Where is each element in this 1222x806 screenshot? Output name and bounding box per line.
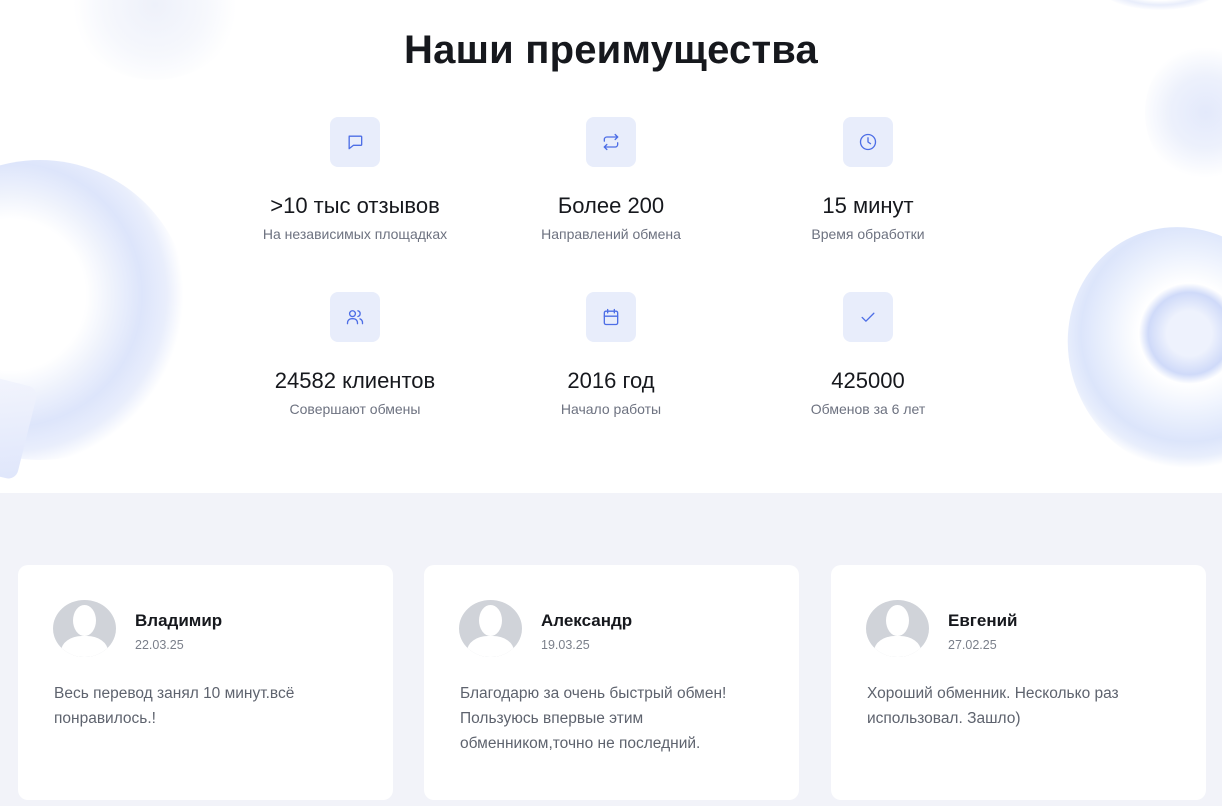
advantage-value: >10 тыс отзывов (270, 193, 440, 218)
advantage-description: Обменов за 6 лет (810, 401, 926, 417)
review-date: 22.03.25 (135, 638, 184, 652)
checkmark-icon (843, 292, 893, 342)
reviewer-name: Евгений (948, 611, 1018, 630)
advantage-processing-time: 15 минут Время обработки (740, 117, 996, 243)
avatar (866, 600, 929, 657)
exchange-arrows-icon (586, 117, 636, 167)
advantage-value: Более 200 (557, 193, 665, 218)
chat-bubble-icon (330, 117, 380, 167)
advantage-description: Направлений обмена (541, 226, 681, 242)
calendar-icon (586, 292, 636, 342)
clock-icon (843, 117, 893, 167)
review-card: Александр 19.03.25 Благодарю за очень бы… (424, 565, 799, 800)
advantage-value: 24582 клиентов (274, 368, 436, 393)
section-title: Наши преимущества (404, 28, 818, 72)
advantage-exchanges: 425000 Обменов за 6 лет (740, 292, 996, 418)
advantage-value: 425000 (831, 368, 905, 393)
users-icon (330, 292, 380, 342)
review-date: 19.03.25 (541, 638, 590, 652)
decorative-cube (0, 374, 39, 481)
decorative-torus-right (1024, 185, 1222, 493)
advantage-value: 2016 год (567, 368, 655, 393)
advantage-start-year: 2016 год Начало работы (483, 292, 739, 418)
avatar (459, 600, 522, 657)
advantage-description: Начало работы (560, 401, 662, 417)
advantage-description: На независимых площадках (262, 226, 448, 242)
reviewer-name: Владимир (135, 611, 223, 630)
reviews-section: Владимир 22.03.25 Весь перевод занял 10 … (0, 493, 1222, 806)
review-card: Владимир 22.03.25 Весь перевод занял 10 … (18, 565, 393, 800)
advantage-reviews: >10 тыс отзывов На независимых площадках (227, 117, 483, 243)
review-card: Евгений 27.02.25 Хороший обменник. Неско… (831, 565, 1206, 800)
review-text: Хороший обменник. Несколько раз использо… (867, 685, 1119, 727)
review-text: Благодарю за очень быстрый обмен! Пользу… (460, 685, 727, 752)
page: Наши преимущества >10 тыс отзывов На нез… (0, 0, 1222, 806)
decorative-torus-left (0, 160, 190, 460)
review-text: Весь перевод занял 10 минут.всё понравил… (54, 685, 295, 727)
decorative-blob-top-right (1100, 0, 1220, 10)
advantage-value: 15 минут (822, 193, 914, 218)
review-date: 27.02.25 (948, 638, 997, 652)
advantage-clients: 24582 клиентов Совершают обмены (227, 292, 483, 418)
advantage-description: Совершают обмены (289, 401, 421, 417)
advantage-description: Время обработки (811, 226, 925, 242)
reviewer-name: Александр (541, 611, 633, 630)
advantage-directions: Более 200 Направлений обмена (483, 117, 739, 243)
advantages-section: Наши преимущества >10 тыс отзывов На нез… (0, 0, 1222, 493)
avatar (53, 600, 116, 657)
